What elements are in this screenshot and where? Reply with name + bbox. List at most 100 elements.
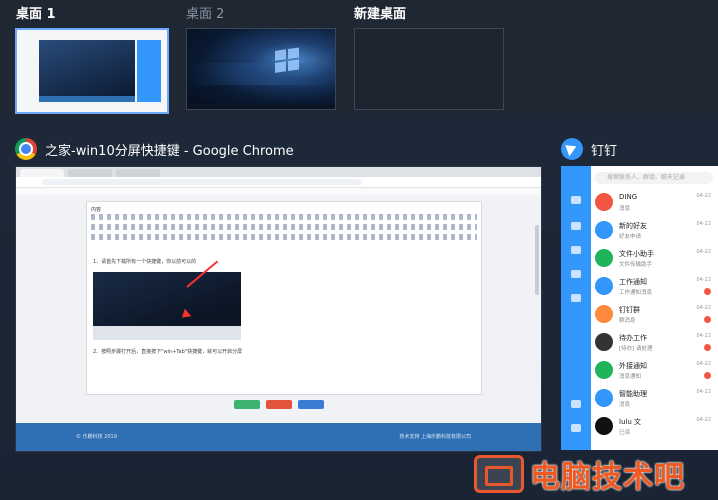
conversation-name: 工作通知 [619, 278, 647, 286]
new-desktop[interactable]: 新建桌面 [354, 6, 504, 110]
watermark-text: 电脑技术吧 [530, 460, 685, 495]
dingtalk-sidebar [561, 166, 591, 450]
mail-icon [571, 424, 581, 432]
footer-copyright: © 乐鹏科技 2019 [76, 434, 117, 440]
new-desktop-label: 新建桌面 [354, 7, 407, 22]
conversation-name: lulu 文 [619, 418, 641, 426]
avatar [595, 221, 613, 239]
unread-badge [704, 316, 711, 323]
dingtalk-window-header[interactable]: 钉钉 [561, 138, 617, 160]
unread-badge [704, 344, 711, 351]
conversation-time: 04-22 [696, 361, 711, 367]
dingtalk-window-title: 钉钉 [591, 143, 618, 159]
conversation-name: 待办工作 [619, 334, 647, 342]
desktop-2-label: 桌面 2 [186, 7, 225, 22]
conversation-item[interactable]: lulu 文已读 04-22 [595, 414, 715, 440]
desktop-1[interactable]: 桌面 1 [15, 6, 169, 114]
conversation-item[interactable]: 新的好友好友申请 04-22 [595, 218, 715, 244]
conversation-preview: [待办] 请处理 [619, 346, 653, 352]
conversation-preview: 群消息 [619, 318, 636, 324]
phone-icon [571, 270, 581, 278]
conversation-item[interactable]: 文件小助手文件传输助手 04-22 [595, 246, 715, 272]
conversation-preview: 消息通知 [619, 374, 642, 380]
editor-toolbar-row-3 [91, 234, 477, 240]
unread-badge [704, 288, 711, 295]
desktop-2-thumbnail[interactable] [186, 28, 336, 110]
dingtalk-icon [561, 138, 583, 160]
chrome-icon [15, 138, 37, 160]
browser-tabs [16, 167, 541, 177]
conversation-preview: 消息 [619, 402, 631, 408]
chrome-window-title: 之家-win10分屏快捷键 - Google Chrome [45, 143, 294, 159]
new-desktop-thumbnail[interactable] [354, 28, 504, 110]
close-button[interactable] [298, 400, 324, 409]
avatar [595, 361, 613, 379]
calendar-icon [571, 246, 581, 254]
conversation-name: 新的好友 [619, 222, 647, 230]
avatar [595, 277, 613, 295]
rich-text-editor: 内容 1、请首先下载所有一个快捷键，你以前可以的 2、按照步骤打开后，直接按下"… [86, 201, 482, 395]
publish-button[interactable] [234, 400, 260, 409]
draft-button[interactable] [266, 400, 292, 409]
task-view-area: 之家-win10分屏快捷键 - Google Chrome 内容 1、请首先下载… [0, 118, 718, 500]
conversation-name: 钉钉群 [619, 306, 640, 314]
avatar [595, 389, 613, 407]
conversation-item[interactable]: 钉钉群群消息 04-22 [595, 302, 715, 328]
avatar [595, 249, 613, 267]
conversation-preview: 消息 [619, 206, 631, 212]
conversation-time: 04-22 [696, 389, 711, 395]
page-content: 内容 1、请首先下载所有一个快捷键，你以前可以的 2、按照步骤打开后，直接按下"… [16, 195, 541, 423]
chrome-window-header[interactable]: 之家-win10分屏快捷键 - Google Chrome [15, 138, 294, 160]
conversation-name: 智能助理 [619, 390, 647, 398]
form-buttons [234, 400, 324, 409]
conversation-item[interactable]: 工作通知工作通知消息 04-22 [595, 274, 715, 300]
editor-heading: 内容 [91, 207, 102, 213]
editor-toolbar-row-1 [91, 214, 477, 220]
apps-icon [571, 400, 581, 408]
avatar [595, 417, 613, 435]
cloud-icon [571, 294, 581, 302]
windows-logo-icon [275, 47, 301, 75]
page-scrollbar[interactable] [535, 225, 539, 295]
contacts-icon [571, 222, 581, 230]
conversation-preview: 好友申请 [619, 234, 642, 240]
conversation-item[interactable]: 智能助理消息 04-22 [595, 386, 715, 412]
conversation-item[interactable]: 待办工作 [待办] 请处理 04-22 [595, 330, 715, 356]
avatar [595, 193, 613, 211]
conversation-item[interactable]: DING 消息 04-22 [595, 190, 715, 216]
editor-step-2: 2、按照步骤打开后，直接按下"win+Tab"快捷键，就可以开启分屏 [93, 349, 243, 355]
desktop-2[interactable]: 桌面 2 [186, 6, 336, 110]
conversation-name: DING [619, 193, 638, 201]
dingtalk-window-thumbnail[interactable]: 搜索联系人、群组、聊天记录 DING 消息 04-22 新的好友 好友申请 04-22 文件… [561, 166, 718, 450]
conversation-preview: 工作通知消息 [619, 290, 653, 296]
footer-support: 技术支持 上海乐鹏科技有限公司 [399, 434, 471, 440]
conversation-preview: 已读 [619, 430, 631, 436]
virtual-desktops-bar: 桌面 1 桌面 2 新建桌面 [0, 0, 718, 118]
editor-step-1: 1、请首先下载所有一个快捷键，你以前可以的 [93, 259, 197, 265]
conversation-time: 04-22 [696, 417, 711, 423]
chrome-window-thumbnail[interactable]: 内容 1、请首先下载所有一个快捷键，你以前可以的 2、按照步骤打开后，直接按下"… [15, 166, 542, 452]
unread-badge [704, 372, 711, 379]
chat-icon [571, 196, 581, 204]
conversation-item[interactable]: 外接通知消息通知 04-22 [595, 358, 715, 384]
editor-toolbar-row-2 [91, 224, 477, 230]
avatar [595, 305, 613, 323]
desktop-1-label: 桌面 1 [16, 7, 56, 22]
page-footer: © 乐鹏科技 2019 技术支持 上海乐鹏科技有限公司 [16, 423, 541, 451]
conversation-preview: 文件传输助手 [619, 262, 653, 268]
conversation-name: 文件小助手 [619, 250, 654, 258]
avatar [595, 333, 613, 351]
conversation-time: 04-22 [696, 193, 711, 199]
dingtalk-search-input[interactable]: 搜索联系人、群组、聊天记录 [595, 172, 713, 184]
address-bar [16, 177, 541, 188]
conversation-time: 04-22 [696, 305, 711, 311]
conversation-time: 04-22 [696, 221, 711, 227]
desktop-1-thumbnail[interactable] [15, 28, 169, 114]
editor-screenshot-image [93, 260, 241, 340]
conversation-time: 04-22 [696, 333, 711, 339]
computer-logo-icon [474, 455, 524, 493]
watermark: 电脑技术吧 [474, 450, 718, 498]
conversation-time: 04-22 [696, 277, 711, 283]
conversation-name: 外接通知 [619, 362, 647, 370]
conversation-time: 04-22 [696, 249, 711, 255]
